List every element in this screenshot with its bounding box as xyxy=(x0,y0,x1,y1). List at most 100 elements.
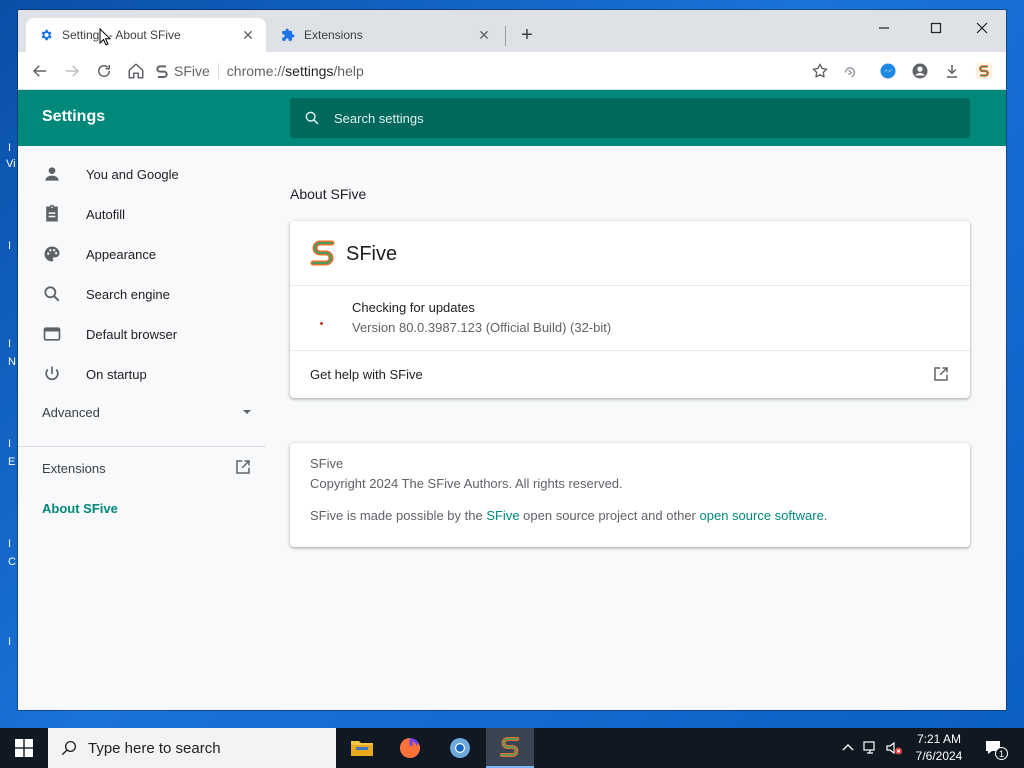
messenger-button[interactable] xyxy=(876,59,900,83)
open-in-new-icon xyxy=(932,365,950,388)
taskbar-firefox[interactable] xyxy=(386,728,434,768)
sidebar-item-label: Default browser xyxy=(86,326,178,342)
sidebar-item-extensions[interactable]: Extensions xyxy=(42,458,252,478)
sfive-menu-button[interactable] xyxy=(972,59,996,83)
sidebar-item-default-browser[interactable]: Default browser xyxy=(18,314,266,354)
settings-page: Settings Search settings You and Google … xyxy=(18,90,1006,710)
star-icon xyxy=(812,63,828,78)
close-icon[interactable]: ✕ xyxy=(240,27,256,43)
windows-logo-icon xyxy=(15,739,33,757)
taskbar-sfive[interactable] xyxy=(486,728,534,768)
open-in-new-icon xyxy=(234,458,252,479)
new-tab-button[interactable]: + xyxy=(516,24,538,46)
desktop-icon-label[interactable]: Vi xyxy=(6,158,16,170)
home-button[interactable] xyxy=(124,59,148,83)
search-settings-input[interactable]: Search settings xyxy=(290,98,970,138)
folder-icon xyxy=(351,741,373,756)
extension-button[interactable] xyxy=(838,59,862,83)
tray-volume[interactable] xyxy=(884,738,904,758)
sidebar-item-advanced[interactable]: Advanced xyxy=(42,402,252,422)
start-button[interactable] xyxy=(0,728,48,768)
network-icon xyxy=(863,741,875,754)
desktop-edge: I Vi I I N I E I C I xyxy=(0,0,18,728)
desktop-icon-label[interactable]: C xyxy=(8,556,16,568)
minimize-icon xyxy=(879,27,889,29)
tab-separator xyxy=(505,26,506,46)
tray-network[interactable] xyxy=(860,738,880,758)
power-icon xyxy=(40,362,64,386)
browser-toolbar: SFive chrome://settings/help xyxy=(18,52,1006,90)
sidebar-divider xyxy=(18,446,266,447)
get-help-link: Get help with SFive xyxy=(310,367,423,382)
sfive-project-link[interactable]: SFive xyxy=(486,508,519,523)
taskbar-chromium[interactable] xyxy=(436,728,484,768)
plus-icon: + xyxy=(521,24,533,46)
tab-title: Extensions xyxy=(304,28,363,42)
site-name: SFive xyxy=(174,63,210,79)
minimize-button[interactable] xyxy=(864,14,904,42)
get-help-row[interactable]: Get help with SFive xyxy=(290,350,970,398)
desktop-icon-label[interactable]: I xyxy=(8,538,11,550)
taskbar-search-placeholder: Type here to search xyxy=(88,739,221,757)
tab-settings-about[interactable]: Settings - About SFive ✕ xyxy=(26,18,266,52)
copyright-text: Copyright 2024 The SFive Authors. All ri… xyxy=(310,476,623,491)
desktop-icon-label[interactable]: I xyxy=(8,142,11,154)
search-icon xyxy=(305,111,319,125)
about-card: SFive Checking for updates Version 80.0.… xyxy=(290,221,970,398)
maximize-icon xyxy=(930,22,942,34)
arrow-left-icon xyxy=(32,65,46,77)
sidebar-item-search-engine[interactable]: Search engine xyxy=(18,274,266,314)
tab-title: Settings - About SFive xyxy=(62,28,181,42)
messenger-icon xyxy=(880,63,896,79)
open-source-software-link[interactable]: open source software xyxy=(700,508,824,523)
close-window-button[interactable] xyxy=(962,14,1002,42)
sidebar-item-on-startup[interactable]: On startup xyxy=(18,354,266,394)
bookmark-button[interactable] xyxy=(808,59,832,83)
settings-header: Settings Search settings xyxy=(18,90,1006,146)
close-icon[interactable]: ✕ xyxy=(476,27,492,43)
sidebar-item-you-and-google[interactable]: You and Google xyxy=(18,154,266,194)
desktop-icon-label[interactable]: N xyxy=(8,356,16,368)
credits-middle: open source project and other xyxy=(519,508,700,523)
page-title: Settings xyxy=(42,108,106,125)
downloads-button[interactable] xyxy=(940,59,964,83)
chevron-up-icon xyxy=(842,744,854,751)
search-placeholder: Search settings xyxy=(334,110,424,126)
desktop-icon-label[interactable]: I xyxy=(8,338,11,350)
taskbar-search-input[interactable]: Type here to search xyxy=(48,728,336,768)
taskbar-clock[interactable]: 7:21 AM 7/6/2024 xyxy=(904,731,974,765)
credits-prefix: SFive is made possible by the xyxy=(310,508,487,523)
taskbar-file-explorer[interactable] xyxy=(338,728,386,768)
sidebar-item-label: Appearance xyxy=(86,246,157,262)
desktop-icon-label[interactable]: I xyxy=(8,240,11,252)
sidebar-item-autofill[interactable]: Autofill xyxy=(18,194,266,234)
maximize-button[interactable] xyxy=(916,14,956,42)
back-button[interactable] xyxy=(28,59,52,83)
sidebar-item-label: On startup xyxy=(86,366,147,382)
site-chip[interactable]: SFive xyxy=(154,63,219,79)
tab-extensions[interactable]: Extensions ✕ xyxy=(268,18,502,52)
account-circle-icon xyxy=(912,63,928,79)
profile-button[interactable] xyxy=(908,59,932,83)
notification-center-button[interactable]: 1 xyxy=(982,738,1008,760)
forward-button[interactable] xyxy=(60,59,84,83)
product-name: SFive xyxy=(346,243,398,265)
url-text: chrome://settings/help xyxy=(227,63,364,79)
desktop-icon-label[interactable]: I xyxy=(8,438,11,450)
mouse-cursor-icon xyxy=(99,27,112,51)
address-bar[interactable]: SFive chrome://settings/help xyxy=(154,57,794,85)
reload-button[interactable] xyxy=(92,59,116,83)
desktop-icon-label[interactable]: E xyxy=(8,456,15,468)
search-icon xyxy=(61,740,77,756)
desktop-icon-label[interactable]: I xyxy=(8,636,11,648)
tray-expand-button[interactable] xyxy=(838,738,858,758)
sidebar-item-label: Extensions xyxy=(42,460,106,476)
home-icon xyxy=(128,63,144,79)
sidebar-item-about[interactable]: About SFive xyxy=(42,498,118,518)
sidebar-item-label: Autofill xyxy=(86,206,126,222)
gear-icon xyxy=(38,27,54,43)
section-title: About SFive xyxy=(290,186,367,202)
legal-product-name: SFive xyxy=(310,456,344,471)
sidebar-item-label: Advanced xyxy=(42,404,100,420)
sidebar-item-appearance[interactable]: Appearance xyxy=(18,234,266,274)
